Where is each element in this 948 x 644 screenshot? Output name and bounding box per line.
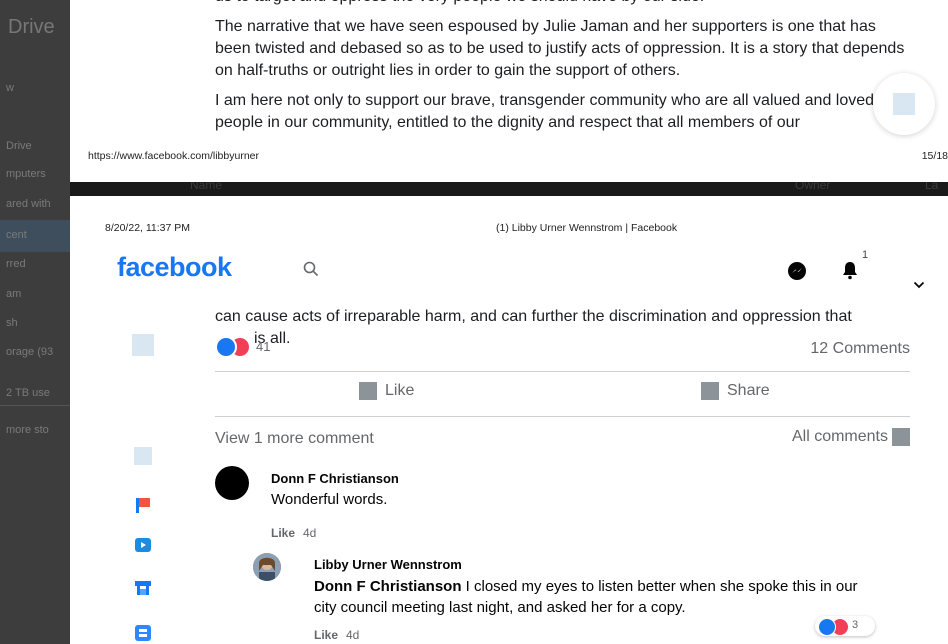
comment-timestamp[interactable]: 4d (303, 526, 316, 540)
sidebar-item-storage[interactable]: orage (93 (6, 346, 53, 358)
post-text-cut-line: us to target and oppress the very people… (215, 0, 915, 8)
comment-like-button[interactable]: Like (314, 628, 338, 642)
sidebar-divider (0, 405, 70, 406)
print-header-title: (1) Libby Urner Wennstrom | Facebook (496, 222, 678, 234)
comments-count-link[interactable]: 12 Comments (810, 340, 910, 358)
share-button-label: Share (727, 382, 770, 399)
profile-photo-icon (253, 553, 281, 581)
all-comments-label: All comments (791, 428, 888, 445)
comment-reaction-count: 3 (852, 619, 859, 631)
dropdown-icon (892, 428, 910, 446)
avatar[interactable] (215, 466, 249, 500)
divider (215, 371, 910, 372)
buy-storage-link[interactable]: more sto (6, 424, 49, 436)
post-paragraph-2: I am here not only to support our brave,… (215, 92, 875, 131)
sidebar-item-recent[interactable]: cent (6, 229, 27, 241)
placeholder-icon (893, 93, 915, 115)
view-more-comments-link[interactable]: View 1 more comment (215, 430, 374, 448)
sidebar-item-my-drive[interactable]: Drive (6, 140, 32, 152)
like-button-label: Like (385, 382, 415, 399)
post-paragraph-1: The narrative that we have seen espoused… (215, 18, 905, 79)
comment-reactions[interactable]: 3 (815, 616, 875, 636)
sidebar-item-starred[interactable]: rred (6, 258, 26, 270)
column-header-name: Name (190, 182, 223, 192)
background-file-list-header: Name Owner La (70, 182, 948, 196)
print-footer-page-number: 15/18 (921, 150, 948, 162)
drive-title: Drive (8, 16, 55, 38)
post-text-page1: us to target and oppress the very people… (215, 0, 915, 142)
all-comments-dropdown[interactable]: All comments (792, 428, 910, 446)
print-footer-url: https://www.facebook.com/libbyurner (88, 150, 259, 162)
background-drive-sidebar: Drive w Drive mputers ared with cent rre… (0, 0, 70, 644)
share-button[interactable]: Share (701, 382, 770, 400)
column-header-owner: Owner (795, 182, 831, 192)
avatar[interactable] (253, 553, 281, 581)
messenger-icon[interactable] (787, 261, 807, 281)
comment-timestamp[interactable]: 4d (346, 628, 359, 642)
sidebar-item-new[interactable]: w (6, 82, 14, 94)
flag-icon[interactable] (134, 496, 152, 514)
column-header-last: La (925, 182, 939, 192)
notification-count-badge: 1 (862, 249, 869, 261)
sidebar-item-trash[interactable]: sh (6, 317, 18, 329)
comment-mention[interactable]: Donn F Christianson (314, 578, 462, 595)
print-header-date: 8/20/22, 11:37 PM (105, 222, 191, 234)
comment-text: Wonderful words. (271, 491, 388, 508)
comment-text: Donn F Christianson I closed my eyes to … (314, 576, 874, 618)
print-page-2: 8/20/22, 11:37 PM (1) Libby Urner Wennst… (70, 196, 948, 644)
share-icon (701, 382, 719, 400)
reaction-count: 41 (256, 339, 271, 354)
notifications-bell-icon[interactable] (841, 260, 859, 280)
sidebar-item-shared[interactable]: ared with (6, 198, 51, 210)
like-reaction-icon (818, 618, 836, 636)
divider (215, 416, 910, 417)
gaming-icon[interactable] (134, 624, 152, 642)
like-button[interactable]: Like (359, 382, 414, 400)
comment-author[interactable]: Donn F Christianson (271, 471, 399, 486)
comment-like-button[interactable]: Like (271, 526, 295, 540)
like-icon (359, 382, 377, 400)
sidebar-item-computers[interactable]: mputers (6, 168, 46, 180)
rail-item-placeholder[interactable] (132, 334, 154, 356)
watch-video-icon[interactable] (134, 536, 152, 554)
comment-author[interactable]: Libby Urner Wennstrom (314, 557, 462, 572)
print-page-1: us to target and oppress the very people… (70, 0, 948, 182)
search-icon[interactable] (303, 261, 319, 277)
post-text-line: can cause acts of irreparable harm, and … (215, 308, 852, 325)
rail-item-placeholder-2[interactable] (134, 447, 152, 465)
chevron-down-icon[interactable] (913, 281, 925, 289)
facebook-logo[interactable]: facebook (117, 252, 232, 283)
floating-action-button[interactable] (873, 73, 935, 135)
marketplace-icon[interactable] (134, 579, 152, 597)
storage-usage: 2 TB use (6, 387, 50, 399)
like-reaction-icon (215, 336, 237, 358)
sidebar-item-spam[interactable]: am (6, 288, 21, 300)
